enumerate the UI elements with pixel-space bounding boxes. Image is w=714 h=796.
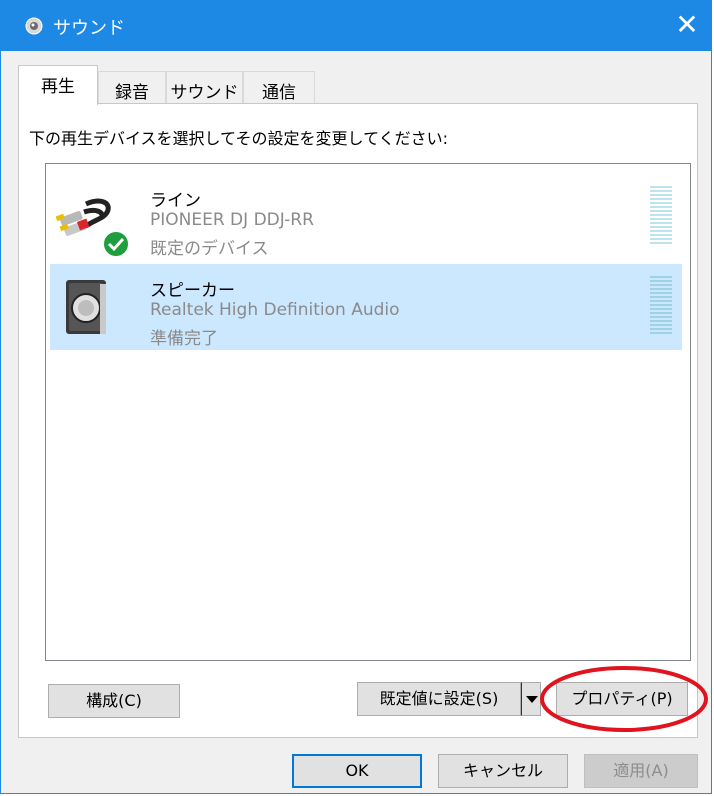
window-title: サウンド [53, 18, 125, 39]
device-item-line[interactable]: ライン PIONEER DJ DDJ-RR 既定のデバイス [50, 174, 682, 260]
device-name: ライン [150, 191, 201, 211]
apply-button[interactable]: 適用(A) [584, 754, 698, 788]
speaker-icon [66, 280, 106, 334]
device-description: PIONEER DJ DDJ-RR [150, 210, 314, 230]
set-default-dropdown-arrow[interactable] [521, 682, 541, 716]
device-item-speaker[interactable]: スピーカー Realtek High Definition Audio 準備完了 [50, 264, 682, 350]
tab-playback[interactable]: 再生 [18, 65, 98, 105]
device-list[interactable]: ライン PIONEER DJ DDJ-RR 既定のデバイス スピーカー Real… [45, 163, 691, 661]
device-description: Realtek High Definition Audio [150, 300, 400, 320]
speaker-app-icon [25, 17, 43, 35]
device-status: 既定のデバイス [150, 239, 269, 259]
tab-sounds[interactable]: サウンド [166, 71, 243, 103]
device-name: スピーカー [150, 281, 235, 301]
properties-button[interactable]: プロパティ(P) [556, 682, 688, 716]
configure-button[interactable]: 構成(C) [48, 684, 180, 718]
default-check-icon [102, 230, 130, 258]
cancel-button[interactable]: キャンセル [438, 754, 568, 788]
level-meter [650, 276, 672, 334]
instruction-text: 下の再生デバイスを選択してその設定を変更してください: [29, 129, 448, 148]
ok-button[interactable]: OK [292, 754, 422, 788]
tab-recording[interactable]: 録音 [98, 71, 166, 103]
title-bar[interactable]: サウンド ✕ [1, 1, 711, 51]
close-button[interactable]: ✕ [663, 1, 711, 51]
device-status: 準備完了 [150, 329, 218, 349]
level-meter [650, 186, 672, 244]
sound-dialog: サウンド ✕ 再生 録音 サウンド 通信 下の再生デバイスを選択してその設定を変… [0, 0, 712, 794]
set-default-button[interactable]: 既定値に設定(S) [357, 682, 521, 716]
tab-communications[interactable]: 通信 [243, 71, 315, 103]
